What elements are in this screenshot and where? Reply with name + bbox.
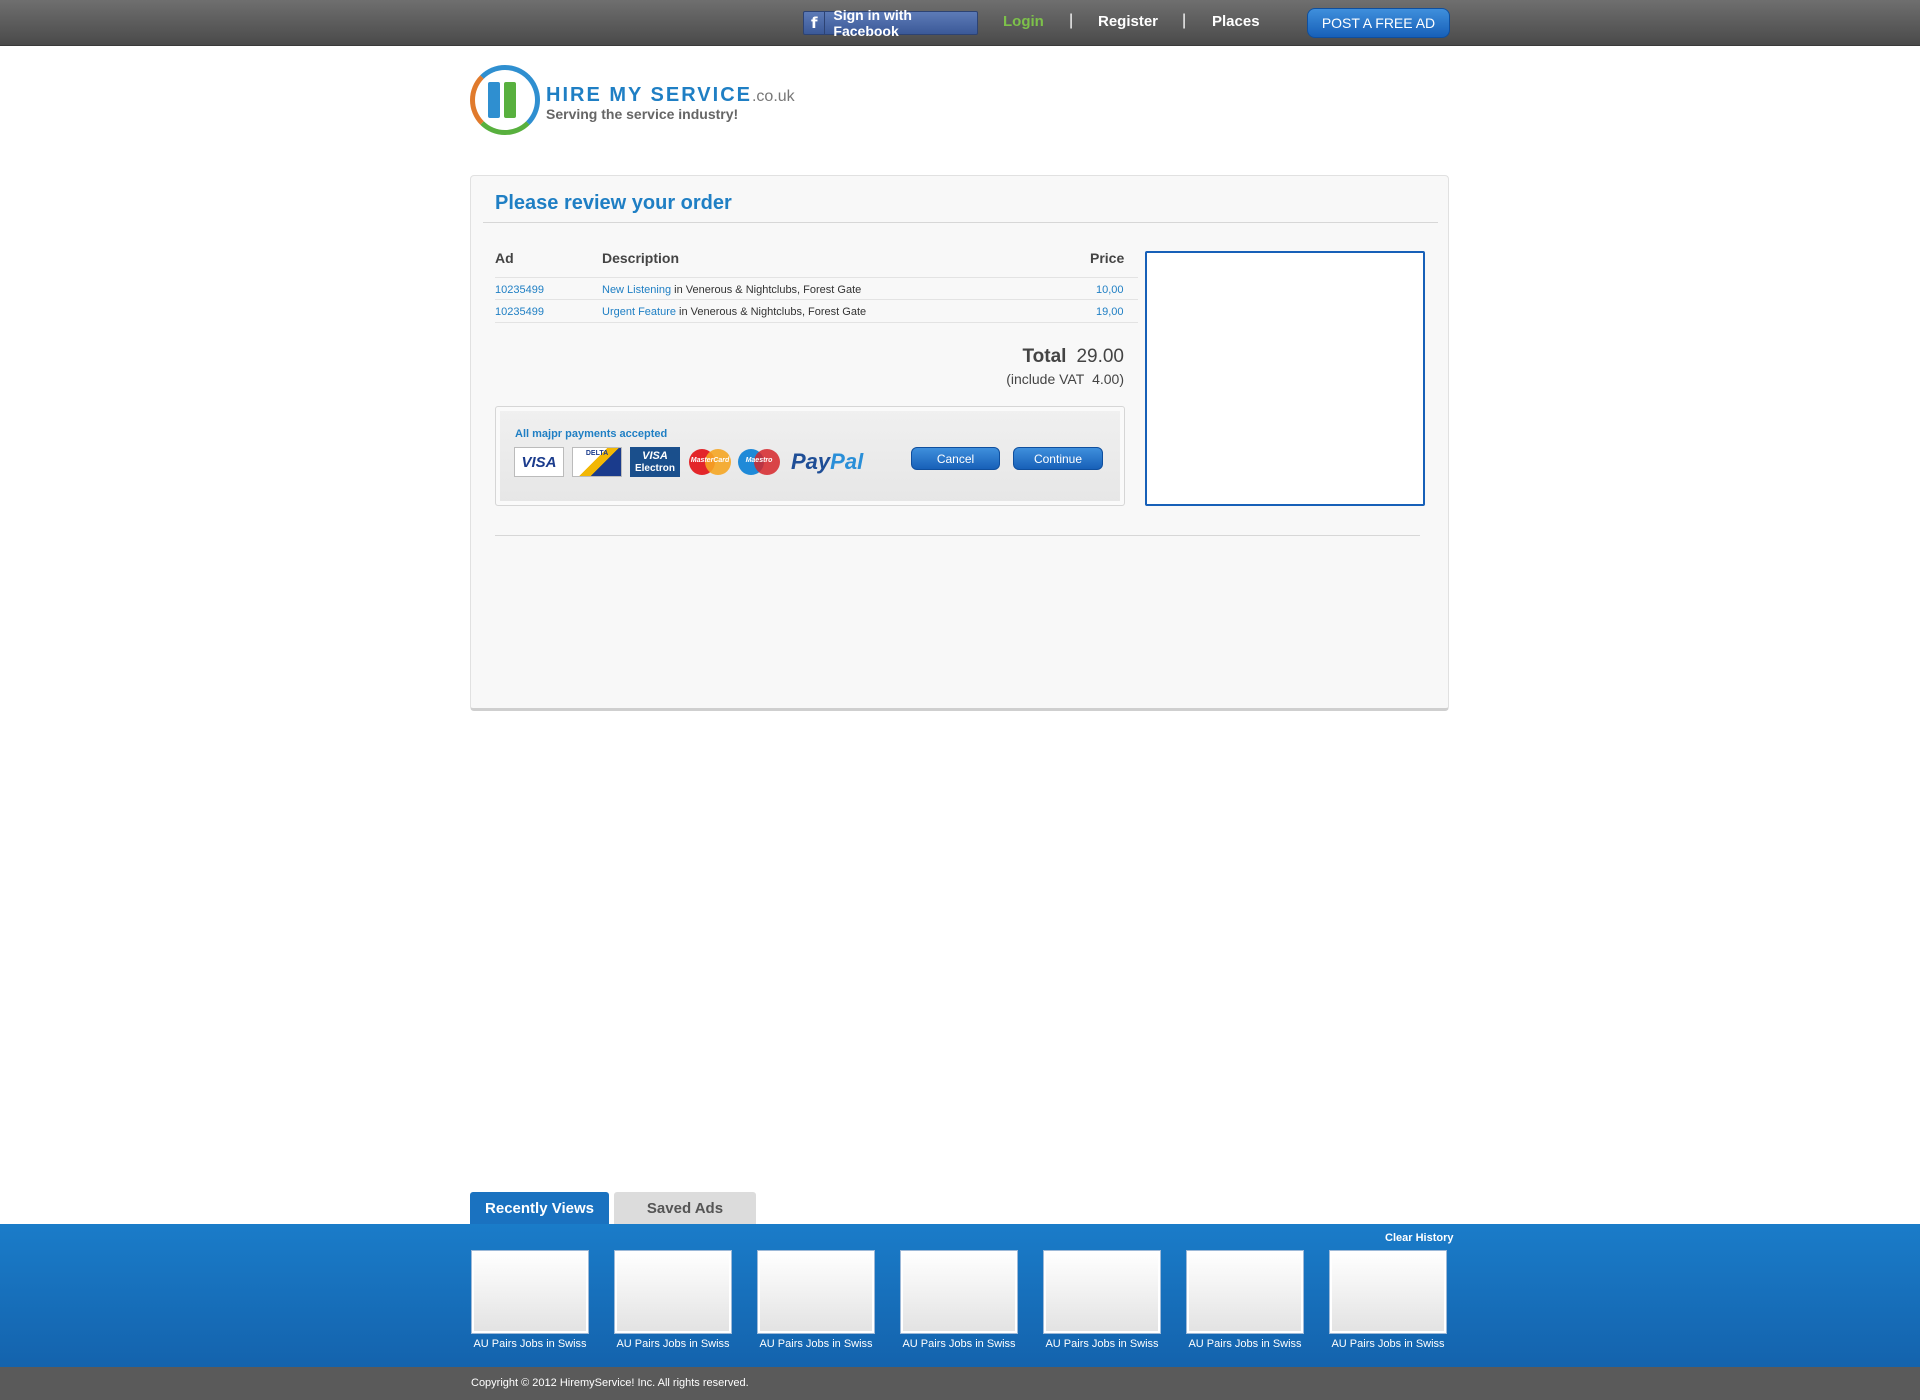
visa-electron-card-icon: VISA Electron: [630, 447, 680, 477]
facebook-signin-button[interactable]: f Sign in with Facebook: [803, 7, 978, 39]
order-vat: (include VAT 4.00): [1006, 371, 1124, 387]
recent-item-caption[interactable]: AU Pairs Jobs in Swiss: [1044, 1338, 1160, 1350]
payments-label: All majpr payments accepted: [515, 428, 668, 440]
footer: Copyright © 2012 HiremyService! Inc. All…: [0, 1367, 1920, 1400]
clear-history-link[interactable]: Clear History: [1385, 1232, 1453, 1244]
order-row-price: 19,00: [1096, 306, 1124, 318]
recent-item-thumbnail[interactable]: [1187, 1251, 1303, 1333]
delta-card-icon: DELTA: [572, 447, 622, 477]
payment-box: All majpr payments accepted VISA DELTA V…: [495, 406, 1125, 506]
recent-item-thumbnail[interactable]: [1044, 1251, 1160, 1333]
login-link[interactable]: Login: [1003, 13, 1044, 30]
column-header-description: Description: [602, 250, 680, 266]
post-free-ad-button[interactable]: POST A FREE AD: [1307, 8, 1450, 38]
recent-item-thumbnail[interactable]: [758, 1251, 874, 1333]
logo-figure-green: [504, 82, 516, 118]
column-header-ad: Ad: [495, 250, 514, 266]
order-row-ad-id[interactable]: 10235499: [495, 284, 544, 296]
nav-separator: |: [1182, 12, 1187, 29]
order-row-item-link[interactable]: New Listening: [602, 284, 671, 296]
logo-domain: .co.uk: [751, 88, 795, 105]
row-divider: [495, 322, 1138, 323]
recent-item-thumbnail[interactable]: [1330, 1251, 1446, 1333]
recent-item-thumbnail[interactable]: [901, 1251, 1017, 1333]
recent-item-caption[interactable]: AU Pairs Jobs in Swiss: [758, 1338, 874, 1350]
divider: [495, 535, 1420, 536]
paypal-logo-icon: PayPal: [791, 449, 864, 474]
recent-item-thumbnail[interactable]: [615, 1251, 731, 1333]
recent-item-caption[interactable]: AU Pairs Jobs in Swiss: [1187, 1338, 1303, 1350]
site-logo[interactable]: HIRE MY SERVICE.co.uk Serving the servic…: [470, 65, 795, 137]
nav-separator: |: [1069, 12, 1074, 29]
visa-card-icon: VISA: [514, 447, 564, 477]
mastercard-icon: MasterCard: [689, 449, 731, 475]
tab-recently-viewed[interactable]: Recently Views: [470, 1192, 609, 1225]
logo-tagline: Serving the service industry!: [546, 106, 739, 122]
top-bar: f Sign in with Facebook Login | Register…: [0, 0, 1920, 46]
column-header-price: Price: [1090, 250, 1125, 266]
logo-title: HIRE MY SERVICE.co.uk: [546, 84, 795, 106]
recent-item-caption[interactable]: AU Pairs Jobs in Swiss: [901, 1338, 1017, 1350]
recent-item-caption[interactable]: AU Pairs Jobs in Swiss: [472, 1338, 588, 1350]
logo-figure-blue: [488, 82, 500, 118]
order-row-description: New Listening in Venerous & Nightclubs, …: [602, 284, 862, 296]
page-title: Please review your order: [495, 192, 732, 214]
facebook-icon: f: [804, 12, 826, 34]
order-total: Total 29.00: [1022, 346, 1124, 367]
order-row-description: Urgent Feature in Venerous & Nightclubs,…: [602, 306, 867, 318]
recent-item-thumbnail[interactable]: [472, 1251, 588, 1333]
facebook-signin-label: Sign in with Facebook: [833, 7, 912, 39]
side-info-box: [1145, 251, 1425, 506]
maestro-icon: Maestro: [738, 449, 780, 475]
row-divider: [495, 299, 1138, 300]
copyright-text: Copyright © 2012 HiremyService! Inc. All…: [471, 1377, 749, 1389]
order-row-item-link[interactable]: Urgent Feature: [602, 306, 676, 318]
places-link[interactable]: Places: [1212, 13, 1260, 30]
recently-viewed-strip: Clear History AU Pairs Jobs in Swiss AU …: [0, 1224, 1920, 1367]
tab-saved-ads[interactable]: Saved Ads: [614, 1192, 756, 1225]
order-vat-value: 4.00): [1092, 371, 1124, 387]
order-row-price: 10,00: [1096, 284, 1124, 296]
recent-item-caption[interactable]: AU Pairs Jobs in Swiss: [615, 1338, 731, 1350]
order-total-value: 29.00: [1076, 346, 1124, 367]
cancel-button[interactable]: Cancel: [911, 447, 1000, 470]
order-review-panel: Please review your order Ad Description …: [470, 175, 1449, 711]
continue-button[interactable]: Continue: [1013, 447, 1103, 470]
recent-item-caption[interactable]: AU Pairs Jobs in Swiss: [1330, 1338, 1446, 1350]
register-link[interactable]: Register: [1098, 13, 1158, 30]
divider: [483, 222, 1438, 223]
row-divider: [495, 277, 1138, 278]
order-row-ad-id[interactable]: 10235499: [495, 306, 544, 318]
